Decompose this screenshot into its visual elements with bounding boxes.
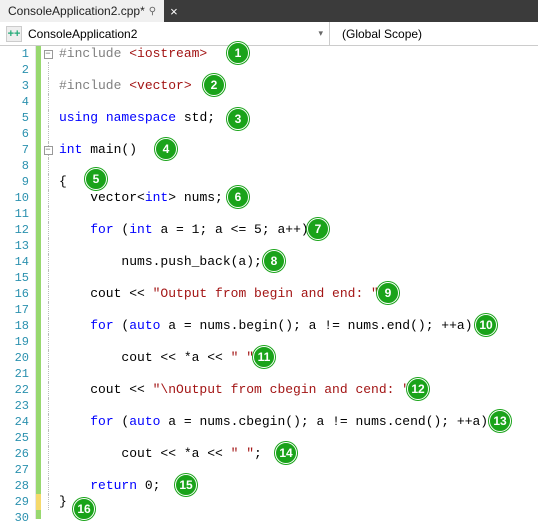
project-icon: ++ — [6, 26, 22, 42]
chevron-down-icon: ▾ — [318, 28, 323, 39]
annotation-badge-13: 13 — [489, 410, 511, 432]
annotation-badge-16: 16 — [73, 498, 95, 520]
active-tab[interactable]: ConsoleApplication2.cpp* ⚲ — [0, 0, 164, 22]
scope-name: (Global Scope) — [342, 27, 422, 41]
annotation-badge-15: 15 — [175, 474, 197, 496]
tab-bar: ConsoleApplication2.cpp* ⚲ × — [0, 0, 538, 22]
fold-toggle-icon[interactable]: − — [44, 50, 53, 59]
line-number-gutter: 123 456 789 101112 131415 161718 192021 … — [0, 46, 36, 519]
annotation-badge-10: 10 — [475, 314, 497, 336]
fold-column: − − — [41, 46, 55, 519]
annotation-badge-7: 7 — [307, 218, 329, 240]
annotation-badge-9: 9 — [377, 282, 399, 304]
code-area[interactable]: #include <iostream> #include <vector> us… — [55, 46, 538, 519]
scope-dropdown[interactable]: (Global Scope) — [330, 22, 538, 45]
annotation-badge-1: 1 — [227, 42, 249, 64]
project-name: ConsoleApplication2 — [28, 27, 137, 41]
annotation-badge-14: 14 — [275, 442, 297, 464]
annotation-badge-2: 2 — [203, 74, 225, 96]
code-editor[interactable]: 123 456 789 101112 131415 161718 192021 … — [0, 46, 538, 519]
annotation-badge-12: 12 — [407, 378, 429, 400]
annotation-badge-6: 6 — [227, 186, 249, 208]
close-icon[interactable]: × — [164, 0, 184, 22]
pin-icon[interactable]: ⚲ — [149, 6, 156, 17]
annotation-badge-4: 4 — [155, 138, 177, 160]
annotation-badge-5: 5 — [85, 168, 107, 190]
tab-title: ConsoleApplication2.cpp* — [8, 4, 145, 18]
context-bar: ++ ConsoleApplication2 ▾ (Global Scope) — [0, 22, 538, 46]
project-dropdown[interactable]: ++ ConsoleApplication2 ▾ — [0, 22, 330, 45]
annotation-badge-8: 8 — [263, 250, 285, 272]
fold-toggle-icon[interactable]: − — [44, 146, 53, 155]
annotation-badge-3: 3 — [227, 108, 249, 130]
annotation-badge-11: 11 — [253, 346, 275, 368]
